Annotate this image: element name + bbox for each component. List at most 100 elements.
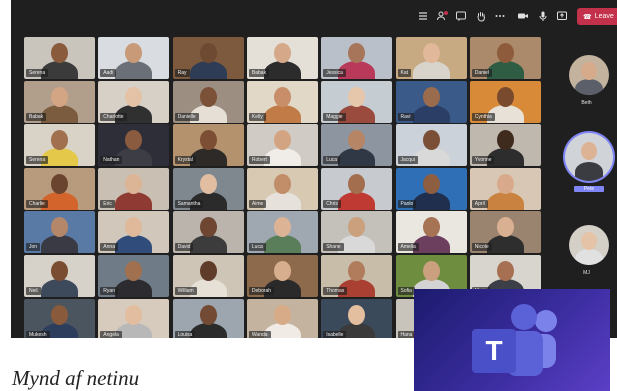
participant-tile[interactable]: Nathan [98, 124, 170, 167]
participant-name: Thomas [323, 287, 348, 295]
mic-icon[interactable] [537, 10, 549, 22]
participant-video-head [273, 86, 291, 107]
participant-name: Nathan [100, 156, 123, 165]
participant-tile[interactable]: Serena [24, 37, 95, 79]
participant-tile[interactable]: Nicole [469, 211, 541, 254]
avatar [569, 225, 609, 265]
participant-video-head [348, 130, 366, 151]
participant-tile[interactable]: Ray [172, 37, 244, 79]
participant-video-figure [486, 61, 524, 79]
participant-tile[interactable]: Shane [321, 211, 393, 254]
participant-video-head [348, 304, 366, 325]
participant-video-head [51, 304, 68, 325]
participant-tile[interactable]: Paolo [395, 167, 467, 210]
participant-tile[interactable]: Babak [246, 37, 318, 79]
participant-tile[interactable]: Aadi [98, 37, 170, 79]
participant-name: Jessica [323, 69, 346, 77]
participant-tile[interactable]: Daniel [469, 37, 541, 79]
avatar-head [581, 142, 597, 160]
image-caption: Mynd af netinu [12, 366, 140, 390]
participant-tile[interactable]: Anna [98, 211, 170, 254]
participant-tile[interactable]: David [172, 211, 244, 254]
teams-logo-icon: T [472, 304, 557, 376]
participant-name: Anna [100, 243, 118, 252]
participant-video-figure [412, 148, 450, 167]
participant-video-figure [263, 191, 301, 210]
participant-tile[interactable]: Danielle [172, 80, 244, 123]
participant-name: Krystal [174, 156, 196, 165]
list-icon[interactable] [417, 10, 429, 22]
participant-tile[interactable]: Babak [24, 80, 95, 123]
participant-tile[interactable]: Ravi [395, 80, 467, 123]
participant-tile[interactable]: Jessica [321, 37, 393, 79]
participant-tile[interactable]: Isabelle [321, 298, 393, 338]
share-icon[interactable] [556, 10, 568, 22]
participant-tile[interactable]: Jon [24, 211, 95, 254]
participant-video-head [125, 217, 143, 238]
participant-tile[interactable]: Amelia [395, 211, 467, 254]
participant-name: Babak [26, 112, 47, 121]
participant-tile[interactable]: Angela [98, 298, 170, 338]
participant-tile[interactable]: Kat [395, 37, 467, 79]
participant-tile[interactable]: Krystal [172, 124, 244, 167]
participant-tile[interactable]: Yvonne [469, 124, 541, 167]
participant-tile[interactable]: Kelly [246, 80, 318, 123]
participant-video-head [199, 217, 217, 238]
more-icon[interactable] [494, 10, 506, 22]
participant-tile[interactable]: April [469, 167, 541, 210]
participant-video-head [125, 43, 143, 63]
participant-tile[interactable]: Louisa [172, 298, 244, 338]
participant-tile[interactable]: Cynthia [469, 80, 541, 123]
participant-tile[interactable]: Chris [321, 167, 393, 210]
participant-video-figure [412, 61, 450, 79]
avatar-figure [575, 162, 603, 181]
participant-name: Ray [174, 69, 190, 77]
participant-tile[interactable]: Aime [246, 167, 318, 210]
participant-video-figure [41, 279, 78, 297]
participant-name: Serena [26, 156, 49, 165]
participant-tile[interactable]: Robert [246, 124, 318, 167]
participant-tile[interactable]: Wanda [246, 298, 318, 338]
meeting-toolbar: ☎ Leave [11, 0, 617, 32]
participant-tile[interactable]: William [172, 255, 244, 297]
participant-tile[interactable]: Maggie [321, 80, 393, 123]
participant-video-head [51, 173, 68, 194]
participant-video-head [348, 261, 366, 281]
participant-video-head [51, 130, 68, 151]
raise-hand-icon[interactable] [475, 10, 487, 22]
participant-name: Samantha [174, 199, 204, 208]
participant-video-head [422, 43, 440, 63]
participant-tile[interactable]: Jacqui [395, 124, 467, 167]
participant-tile[interactable]: Serena [24, 124, 95, 167]
chat-icon[interactable] [455, 10, 467, 22]
participant-tile[interactable]: Mukesh [24, 298, 95, 338]
participant-name: Luca [323, 156, 341, 165]
leave-button[interactable]: ☎ Leave [577, 8, 617, 25]
participant-name: Jacqui [397, 156, 418, 165]
participant-tile[interactable]: Charlotte [98, 80, 170, 123]
participant-video-head [422, 86, 440, 107]
participant-tile[interactable]: Deborah [246, 255, 318, 297]
participant-video-figure [115, 279, 153, 297]
participant-tile[interactable]: Ryan [98, 255, 170, 297]
participant-tile[interactable]: Neil [24, 255, 95, 297]
rail-participant-name: Beth [581, 100, 592, 106]
participant-name: Ravi [397, 112, 414, 121]
participant-name: Angela [100, 330, 122, 338]
participant-video-figure [338, 148, 376, 167]
avatar [569, 55, 609, 95]
participant-tile[interactable]: Samantha [172, 167, 244, 210]
participant-video-figure [115, 235, 153, 254]
participant-tile[interactable]: Eric [98, 167, 170, 210]
participant-tile[interactable]: Luca [321, 124, 393, 167]
participant-name: Aime [248, 199, 267, 208]
people-icon[interactable] [436, 10, 448, 22]
participant-video-head [422, 130, 440, 151]
participant-tile[interactable]: Charlie [24, 167, 95, 210]
participant-name: Shane [323, 243, 344, 252]
participant-tile[interactable]: Luca [246, 211, 318, 254]
participant-tile[interactable]: Thomas [321, 255, 393, 297]
participant-video-head [273, 130, 291, 151]
participant-video-head [422, 261, 440, 281]
camera-icon[interactable] [517, 10, 529, 22]
